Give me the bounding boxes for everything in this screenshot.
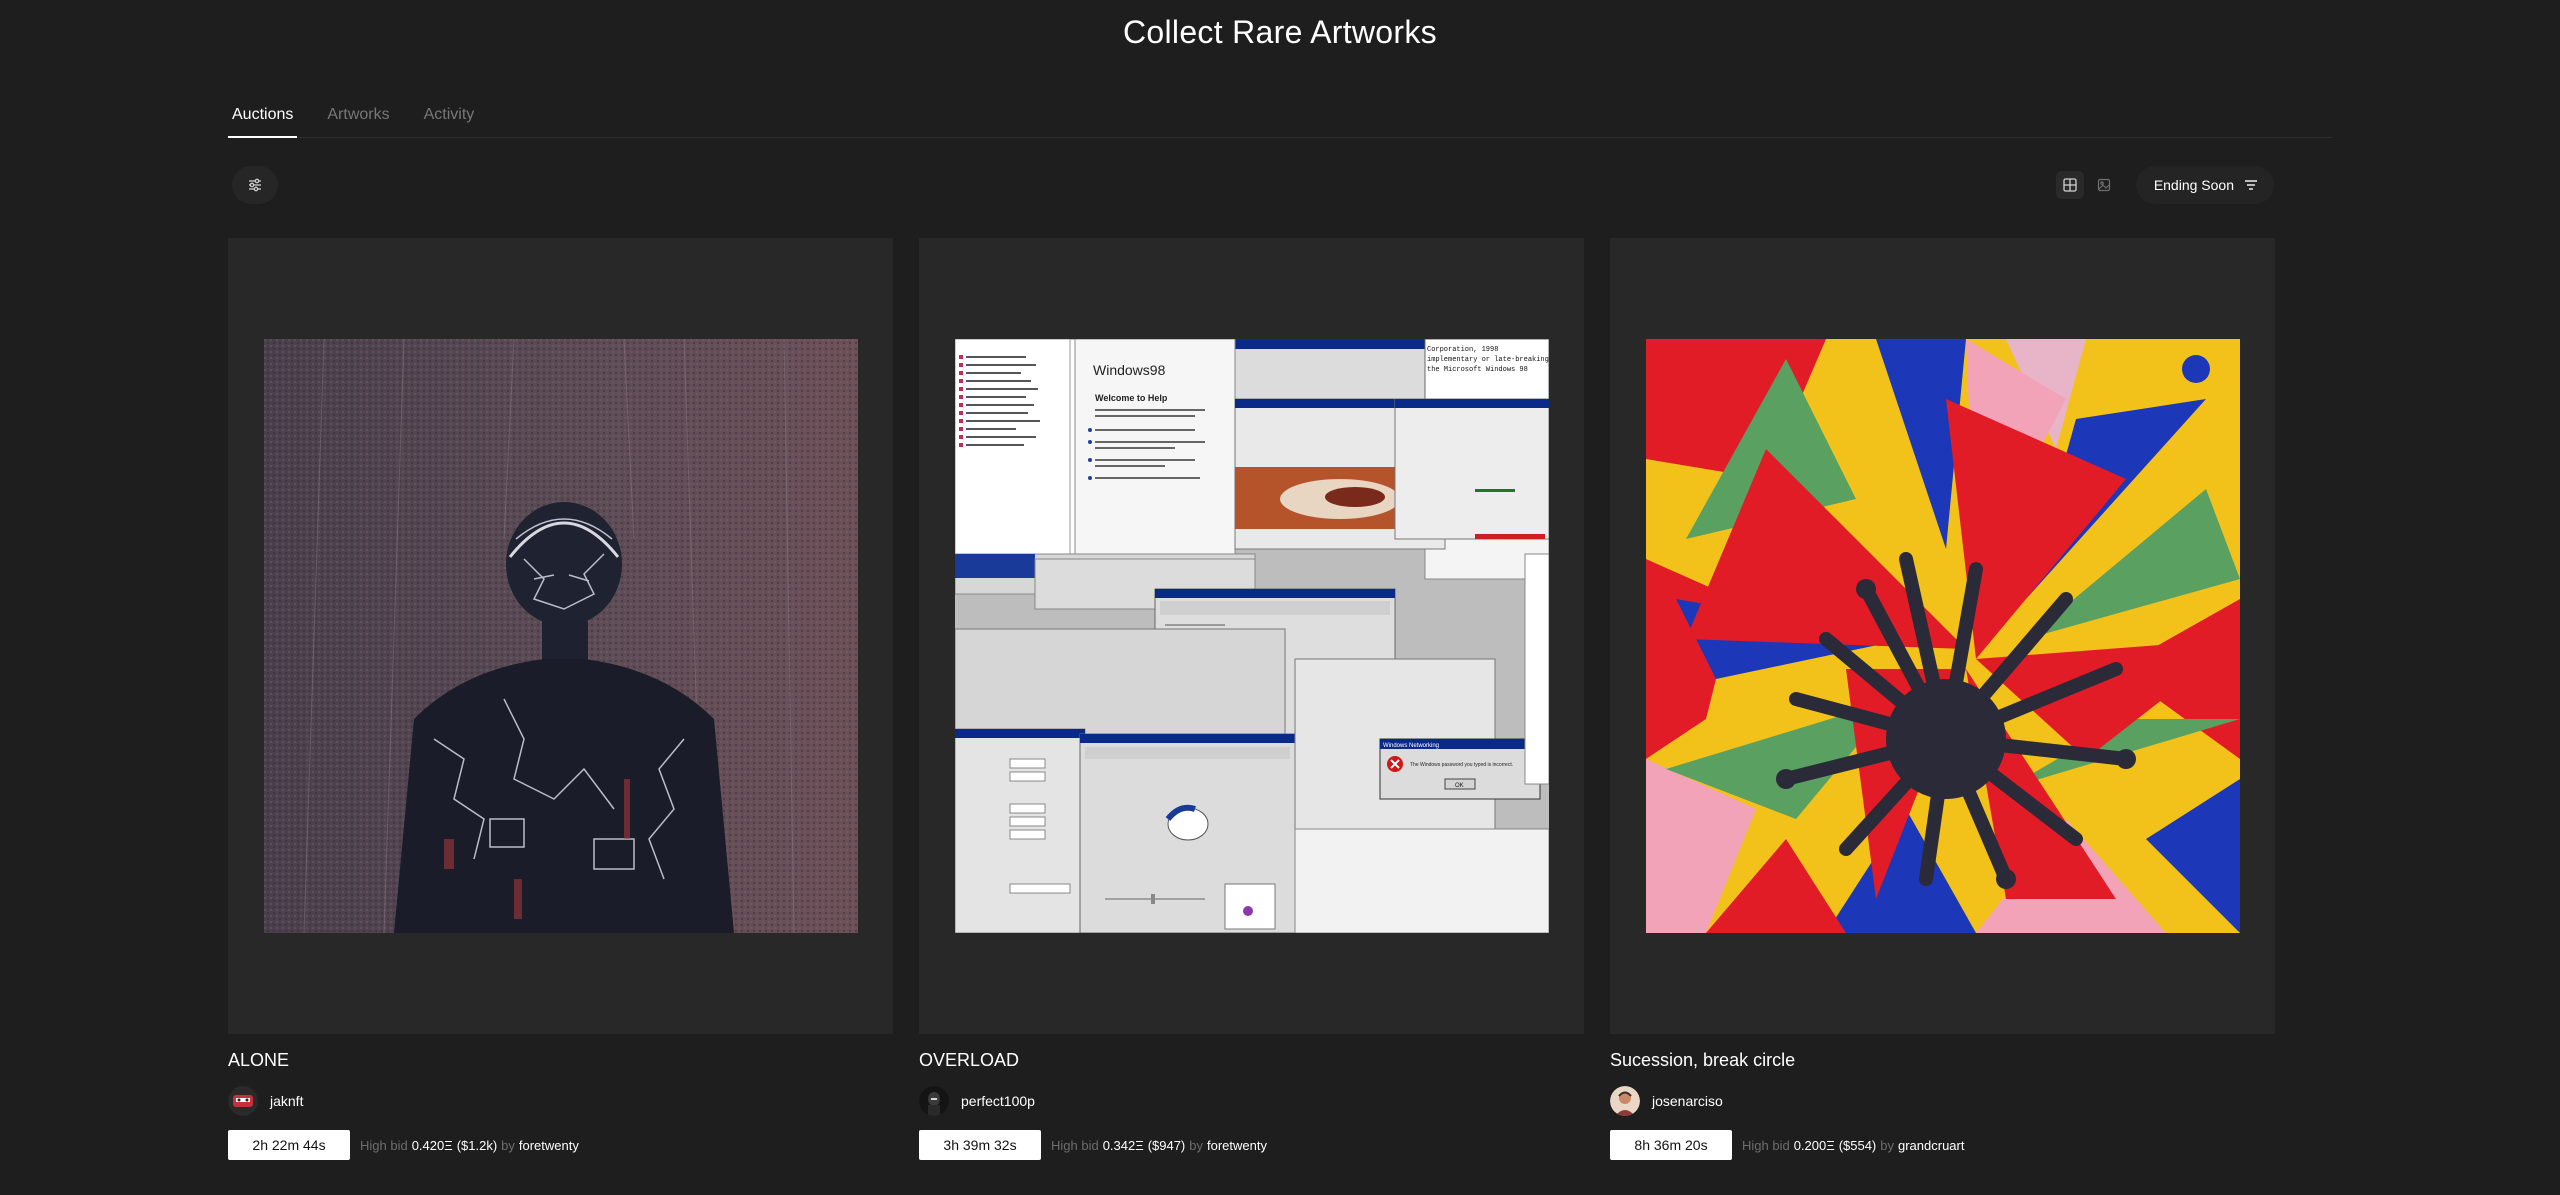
bid-info: 2h 22m 44s High bid 0.420Ξ ($1.2k) by fo… (228, 1130, 893, 1160)
high-bid-amount: 0.342Ξ (1102, 1137, 1144, 1153)
high-bid-amount: 0.200Ξ (1793, 1137, 1835, 1153)
high-bid-usd: ($554) (1838, 1137, 1877, 1153)
bid-info: 3h 39m 32s High bid 0.342Ξ ($947) by for… (919, 1130, 1584, 1160)
tab-activity[interactable]: Activity (420, 100, 479, 138)
grid-view-button[interactable] (2055, 171, 2084, 199)
image-view-button[interactable] (2090, 171, 2118, 199)
view-and-sort-controls: Ending Soon (2047, 166, 2274, 204)
error-dialog-ok: OK (1455, 783, 1464, 789)
countdown-timer: 2h 22m 44s (228, 1130, 350, 1160)
error-dialog-message: The Windows password you typed is incorr… (1410, 762, 1513, 768)
sliders-icon (247, 177, 263, 193)
sort-lines-icon (2244, 179, 2258, 191)
by-label: by (1880, 1137, 1894, 1153)
tab-auctions[interactable]: Auctions (228, 100, 298, 138)
countdown-timer: 3h 39m 32s (919, 1130, 1041, 1160)
page-title: Collect Rare Artworks (1123, 14, 1437, 50)
artwork-image (263, 339, 858, 933)
avatar[interactable] (919, 1086, 949, 1116)
artwork-frame[interactable] (228, 238, 893, 1034)
creator-info[interactable]: jaknft (228, 1086, 893, 1116)
code-line-2: implementary or late-breaking (1427, 356, 1549, 364)
high-bid-label: High bid (1051, 1137, 1099, 1153)
grid-view-icon (2062, 177, 2078, 193)
artwork-image (1645, 339, 2240, 933)
view-toggle (2047, 166, 2126, 204)
creator-info[interactable]: perfect100p (919, 1086, 1584, 1116)
auction-card-alone[interactable]: ALONE jaknft 2h 22m 44s High bid 0.420Ξ … (228, 238, 893, 1160)
sort-dropdown[interactable]: Ending Soon (2135, 166, 2274, 204)
sort-label: Ending Soon (2153, 177, 2234, 193)
auction-card-sucession[interactable]: Sucession, break circle josenarciso 8h 3… (1610, 238, 2275, 1160)
by-label: by (501, 1137, 515, 1153)
creator-name[interactable]: perfect100p (961, 1093, 1035, 1109)
artwork-title[interactable]: ALONE (228, 1050, 893, 1072)
high-bid-amount: 0.420Ξ (411, 1137, 453, 1153)
filter-button[interactable] (232, 166, 278, 204)
creator-info[interactable]: josenarciso (1610, 1086, 2275, 1116)
avatar[interactable] (1610, 1086, 1640, 1116)
high-bid-label: High bid (360, 1137, 408, 1153)
error-dialog-title: Windows Networking (1383, 743, 1439, 749)
bid-info: 8h 36m 20s High bid 0.200Ξ ($554) by gra… (1610, 1130, 2275, 1160)
bidder-name[interactable]: foretwenty (1207, 1138, 1267, 1153)
code-line-3: the Microsoft Windows 98 (1427, 366, 1528, 374)
tab-artworks[interactable]: Artworks (323, 100, 393, 138)
image-view-icon (2097, 178, 2111, 192)
avatar[interactable] (228, 1086, 258, 1116)
countdown-timer: 8h 36m 20s (1610, 1130, 1732, 1160)
code-line-1: Corporation, 1998 (1427, 346, 1498, 354)
artwork-title[interactable]: OVERLOAD (919, 1050, 1584, 1072)
creator-name[interactable]: jaknft (270, 1093, 303, 1109)
auction-card-overload[interactable]: Windows98 Welcome to Help Corporation, 1… (919, 238, 1584, 1160)
tab-bar: Auctions Artworks Activity (228, 100, 2332, 138)
artwork-image: Windows98 Welcome to Help Corporation, 1… (954, 339, 1549, 933)
auction-grid: ALONE jaknft 2h 22m 44s High bid 0.420Ξ … (228, 238, 2276, 1160)
bidder-name[interactable]: foretwenty (519, 1138, 579, 1153)
high-bid-usd: ($1.2k) (456, 1137, 498, 1153)
artwork-title[interactable]: Sucession, break circle (1610, 1050, 2275, 1072)
artwork-frame[interactable]: Windows98 Welcome to Help Corporation, 1… (919, 238, 1584, 1034)
artwork-frame[interactable] (1610, 238, 2275, 1034)
help-heading: Welcome to Help (1095, 393, 1168, 403)
high-bid-usd: ($947) (1147, 1137, 1186, 1153)
windows98-logo-text: Windows98 (1093, 362, 1166, 378)
high-bid-label: High bid (1742, 1137, 1790, 1153)
creator-name[interactable]: josenarciso (1652, 1093, 1723, 1109)
bidder-name[interactable]: grandcruart (1898, 1138, 1964, 1153)
by-label: by (1189, 1137, 1203, 1153)
